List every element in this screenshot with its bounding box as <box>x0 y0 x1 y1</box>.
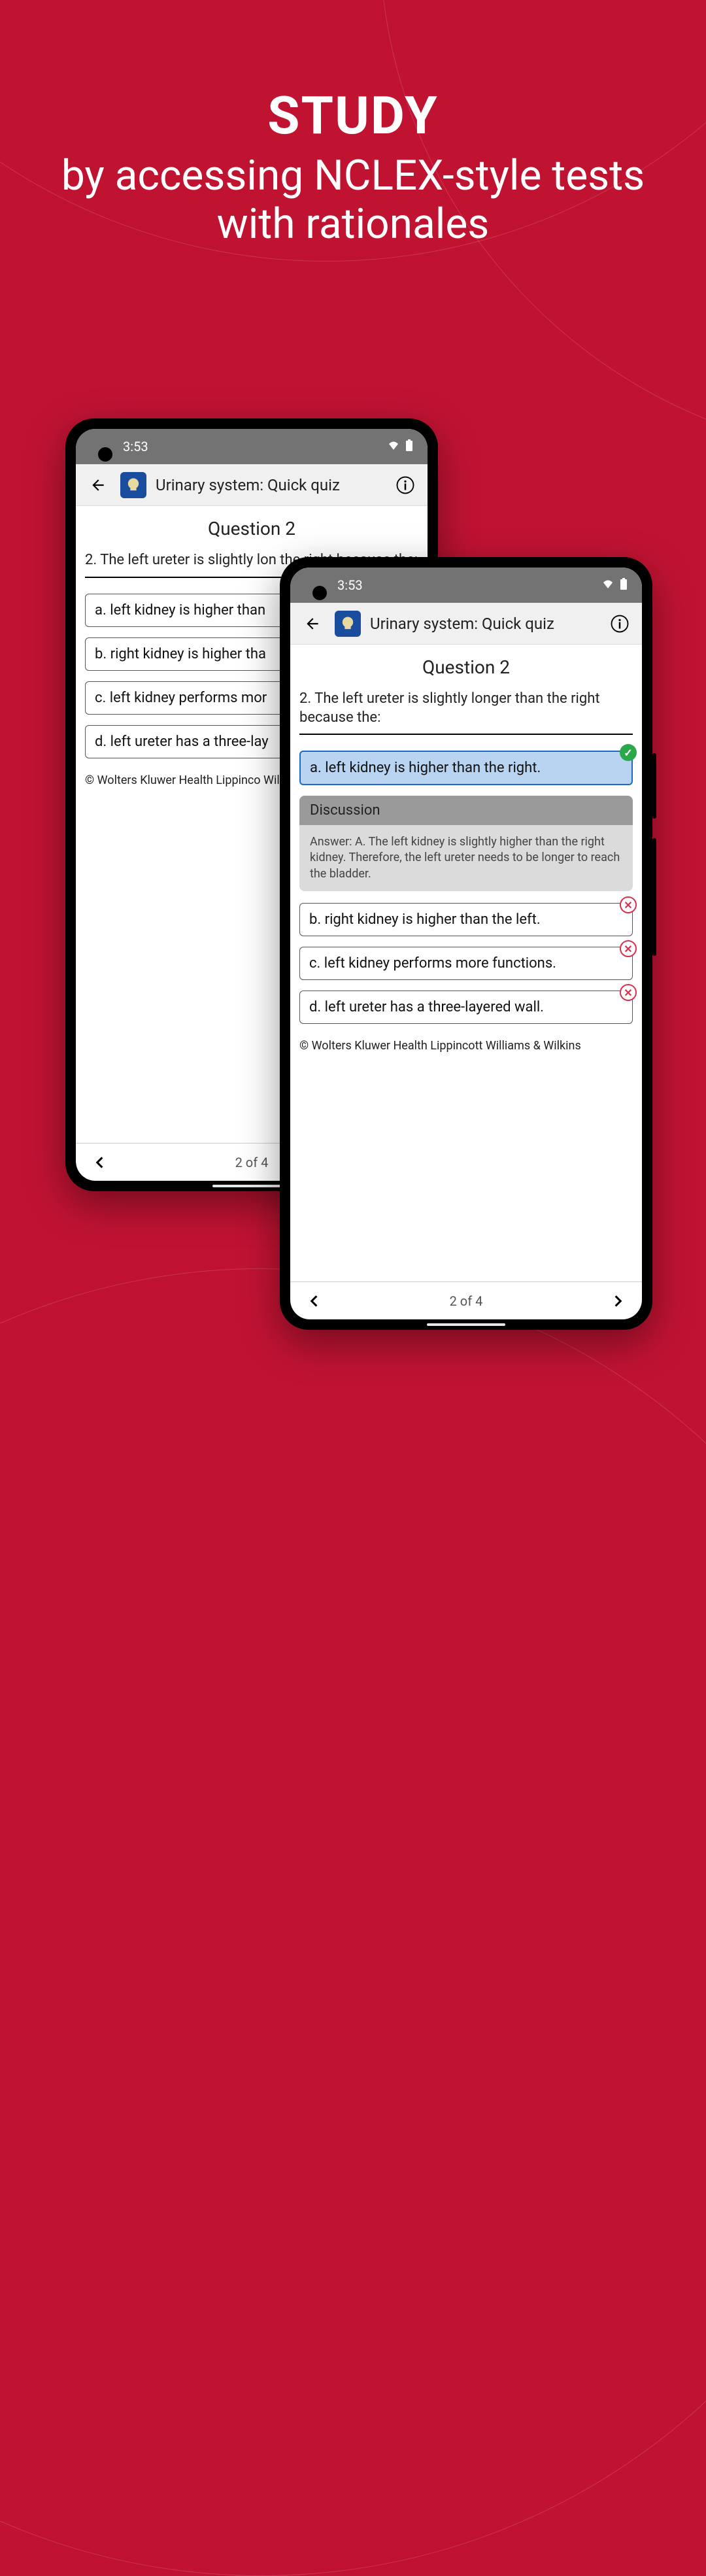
question-title: Question 2 <box>299 656 633 678</box>
wrong-icon: ✕ <box>620 896 637 913</box>
prev-button[interactable] <box>302 1289 326 1313</box>
copyright-text: © Wolters Kluwer Health Lippincott Willi… <box>299 1038 633 1053</box>
answer-option-c[interactable]: c. left kidney performs more functions. <box>299 947 633 980</box>
question-title: Question 2 <box>85 518 418 539</box>
status-time: 3:53 <box>123 439 148 454</box>
app-icon <box>335 611 361 637</box>
phone-mockup-right: 3:53 Urinary system: Quick quiz <box>280 557 652 1330</box>
promo-headline: STUDY by accessing NCLEX-style tests wit… <box>0 85 706 248</box>
app-bar: Urinary system: Quick quiz <box>290 603 642 645</box>
correct-icon: ✓ <box>620 744 637 761</box>
discussion-body: Answer: A. The left kidney is slightly h… <box>299 825 633 891</box>
headline-title: STUDY <box>39 85 667 146</box>
status-time: 3:53 <box>337 577 363 593</box>
status-bar: 3:53 <box>76 429 428 464</box>
next-button[interactable] <box>607 1289 630 1313</box>
answer-option-b[interactable]: b. right kidney is higher than the left. <box>299 903 633 936</box>
info-button[interactable] <box>607 611 633 637</box>
back-button[interactable] <box>299 611 326 637</box>
app-bar: Urinary system: Quick quiz <box>76 464 428 506</box>
app-title: Urinary system: Quick quiz <box>156 476 383 494</box>
info-button[interactable] <box>392 472 418 498</box>
discussion-panel: Discussion Answer: A. The left kidney is… <box>299 796 633 891</box>
page-count: 2 of 4 <box>235 1155 269 1170</box>
camera-cutout <box>98 447 112 462</box>
answer-option-d[interactable]: d. left ureter has a three-layered wall. <box>299 991 633 1024</box>
battery-icon <box>405 439 413 454</box>
camera-cutout <box>312 586 327 600</box>
discussion-title: Discussion <box>299 796 633 825</box>
quiz-content: Question 2 2. The left ureter is slightl… <box>290 645 642 1281</box>
app-title: Urinary system: Quick quiz <box>370 615 597 633</box>
page-count: 2 of 4 <box>450 1293 483 1309</box>
wrong-icon: ✕ <box>620 940 637 957</box>
headline-subtitle: by accessing NCLEX-style tests with rati… <box>39 152 667 248</box>
question-text: 2. The left ureter is slightly longer th… <box>299 690 633 727</box>
battery-icon <box>620 577 628 593</box>
prev-button[interactable] <box>88 1151 111 1174</box>
answer-option-a[interactable]: a. left kidney is higher than the right. <box>299 751 633 785</box>
app-icon <box>120 472 146 498</box>
back-button[interactable] <box>85 472 111 498</box>
wifi-icon <box>601 577 614 593</box>
wrong-icon: ✕ <box>620 984 637 1001</box>
quiz-nav-bar: 2 of 4 <box>290 1281 642 1319</box>
status-bar: 3:53 <box>290 568 642 603</box>
wifi-icon <box>387 439 400 454</box>
